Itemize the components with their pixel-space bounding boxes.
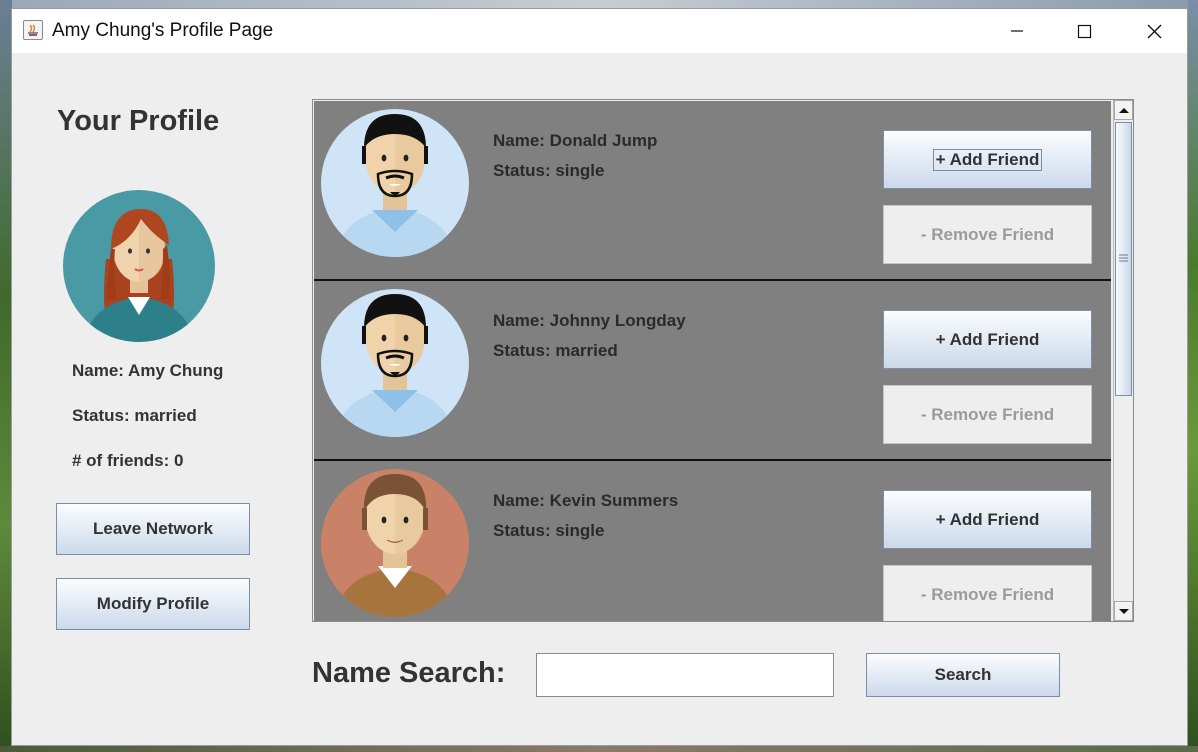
maximize-button[interactable] xyxy=(1061,9,1107,53)
java-app-icon xyxy=(23,20,43,40)
list-item: Name: Johnny Longday Status: married + A… xyxy=(314,281,1111,462)
profile-window: Amy Chung's Profile Page Your Profile Na… xyxy=(11,8,1188,746)
desktop-background-right xyxy=(1188,0,1198,752)
profile-name: Name: Amy Chung xyxy=(72,361,224,380)
remove-friend-button[interactable]: - Remove Friend xyxy=(883,205,1092,264)
scroll-thumb[interactable] xyxy=(1115,122,1132,396)
desktop-background xyxy=(0,0,1198,8)
add-friend-button[interactable]: + Add Friend xyxy=(883,310,1092,369)
close-icon xyxy=(1147,24,1162,39)
list-item: Name: Donald Jump Status: single + Add F… xyxy=(314,101,1111,282)
desktop-background-bottom xyxy=(0,746,1198,752)
profile-friend-count: # of friends: 0 xyxy=(72,451,184,470)
person-status: Status: single xyxy=(493,161,605,180)
scroll-up-button[interactable] xyxy=(1114,100,1133,120)
name-search-label: Name Search: xyxy=(312,657,506,689)
vertical-scrollbar[interactable] xyxy=(1113,100,1133,621)
search-button[interactable]: Search xyxy=(866,653,1060,697)
remove-friend-button[interactable]: - Remove Friend xyxy=(883,565,1092,621)
person-status: Status: married xyxy=(493,341,618,360)
profile-heading: Your Profile xyxy=(57,105,220,137)
maximize-icon xyxy=(1077,24,1092,39)
person-name: Name: Kevin Summers xyxy=(493,491,679,510)
add-friend-button[interactable]: + Add Friend xyxy=(883,130,1092,189)
person-name: Name: Johnny Longday xyxy=(493,311,686,330)
grip-icon xyxy=(1119,254,1128,262)
minimize-icon xyxy=(1011,30,1023,32)
arrow-down-icon xyxy=(1119,609,1129,614)
man-bearded-avatar-icon xyxy=(320,108,470,258)
man-bearded-avatar-icon xyxy=(320,288,470,438)
people-list-scrollpane[interactable]: Name: Donald Jump Status: single + Add F… xyxy=(312,99,1134,622)
modify-profile-button[interactable]: Modify Profile xyxy=(56,578,250,630)
name-search-input[interactable] xyxy=(536,653,834,697)
woman-red-hair-avatar-icon xyxy=(62,189,216,343)
leave-network-button[interactable]: Leave Network xyxy=(56,503,250,555)
close-button[interactable] xyxy=(1131,9,1177,53)
profile-status: Status: married xyxy=(72,406,197,425)
window-title: Amy Chung's Profile Page xyxy=(52,20,274,41)
add-friend-button[interactable]: + Add Friend xyxy=(883,490,1092,549)
person-status: Status: single xyxy=(493,521,605,540)
title-bar[interactable]: Amy Chung's Profile Page xyxy=(12,9,1187,53)
list-item: Name: Kevin Summers Status: single + Add… xyxy=(314,461,1111,621)
remove-friend-button[interactable]: - Remove Friend xyxy=(883,385,1092,444)
arrow-up-icon xyxy=(1119,108,1129,113)
person-name: Name: Donald Jump xyxy=(493,131,658,150)
add-friend-label: + Add Friend xyxy=(932,148,1043,171)
scroll-down-button[interactable] xyxy=(1114,601,1133,621)
minimize-button[interactable] xyxy=(994,9,1040,53)
man-brown-hair-avatar-icon xyxy=(320,468,470,618)
